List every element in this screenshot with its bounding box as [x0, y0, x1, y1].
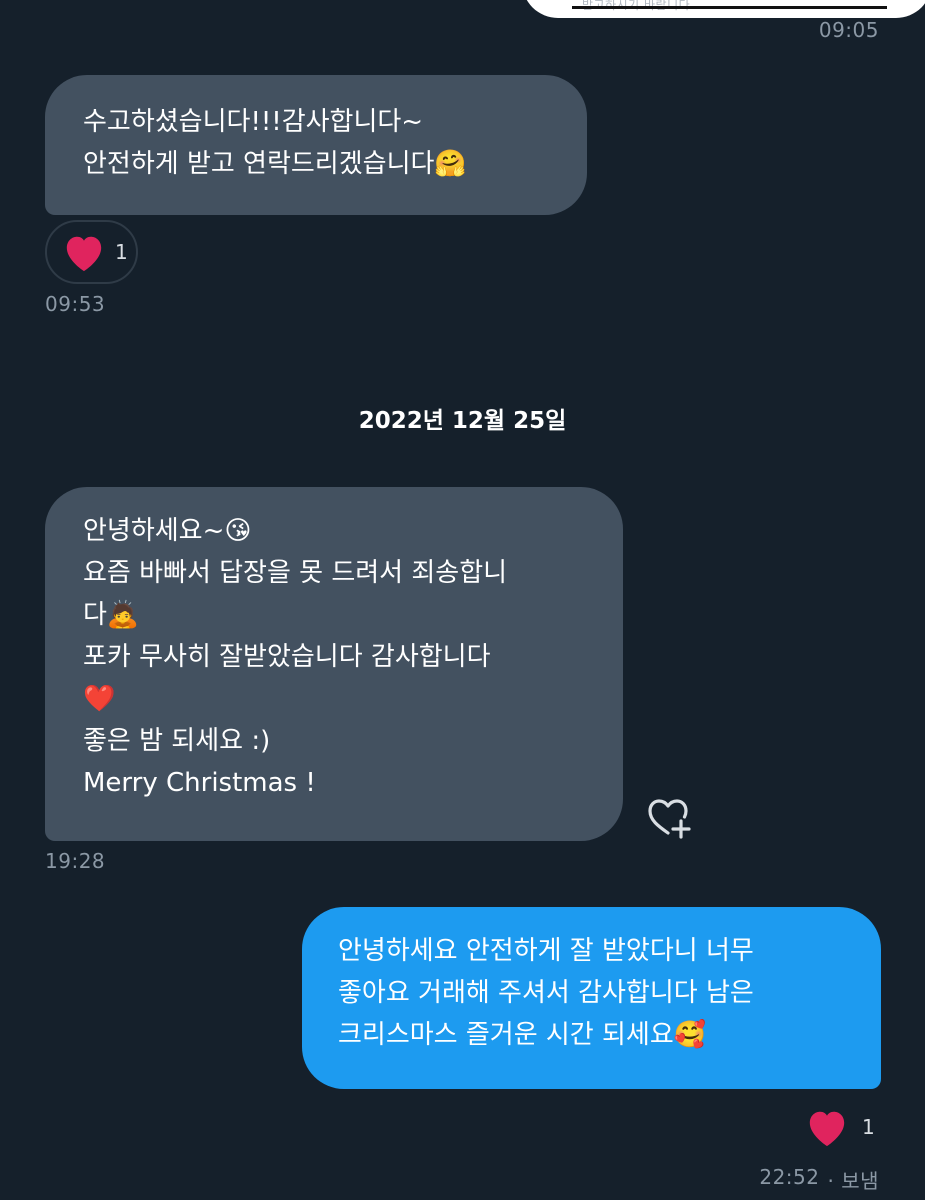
previous-message-time: 09:05 [818, 18, 879, 42]
reaction-count: 1 [862, 1115, 875, 1139]
date-separator: 2022년 12월 25일 [358, 408, 567, 434]
message-line: 안녕하세요~😘 [83, 516, 252, 546]
message-time: 09:53 [45, 292, 106, 316]
outgoing-message-bubble[interactable]: 안녕하세요 안전하게 잘 받았다니 너무 좋아요 거래해 주셔서 감사합니다 남… [302, 907, 881, 1089]
incoming-message-bubble[interactable]: 안녕하세요~😘 요즘 바빠서 답장을 못 드려서 죄송합니 다🙇 포카 무사히 … [45, 487, 623, 841]
redaction-bar [572, 6, 887, 9]
reaction-pill[interactable]: 1 [45, 220, 138, 284]
message-line: 포카 무사히 잘받았습니다 감사합니다 [83, 642, 491, 672]
message-line: 크리스마스 즐거운 시간 되세요🥰 [338, 1020, 707, 1050]
message-line: 안녕하세요 안전하게 잘 받았다니 너무 [338, 936, 754, 966]
message-line: ❤️ [83, 684, 116, 714]
sent-status: · 보냄 [827, 1169, 879, 1193]
message-time: 19:28 [45, 849, 106, 873]
message-time: 22:52 [759, 1165, 820, 1189]
reaction-count: 1 [115, 240, 128, 264]
message-line: 안전하게 받고 연락드리겠습니다🤗 [83, 149, 467, 179]
message-line: 수고하셨습니다!!!감사합니다~ [83, 107, 424, 137]
message-line: 좋아요 거래해 주셔서 감사합니다 남은 [338, 978, 754, 1008]
heart-icon [809, 1111, 845, 1147]
heart-plus-icon [648, 799, 691, 839]
incoming-message-bubble[interactable]: 수고하셨습니다!!!감사합니다~ 안전하게 받고 연락드리겠습니다🤗 [45, 75, 587, 215]
add-reaction-button[interactable] [644, 793, 694, 843]
heart-icon [66, 236, 102, 272]
message-line: Merry Christmas ! [83, 768, 316, 798]
message-meta: 22:52 · 보냄 [759, 1165, 879, 1194]
message-line: 좋은 밤 되세요 :) [83, 726, 271, 756]
message-line: 요즘 바빠서 답장을 못 드려서 죄송합니 [83, 558, 508, 588]
reaction-pill[interactable]: 1 [804, 1106, 875, 1148]
message-line: 다🙇 [83, 600, 140, 630]
previous-outgoing-bubble[interactable]: 받고하시기 바랍니다. [522, 0, 925, 18]
